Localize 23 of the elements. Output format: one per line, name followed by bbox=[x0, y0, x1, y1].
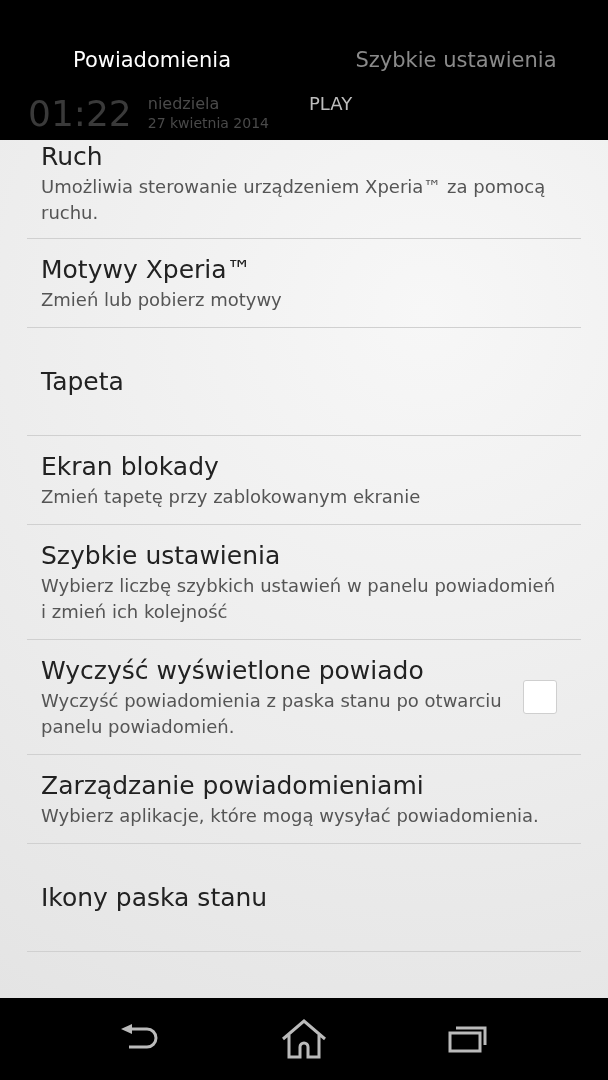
clock-time: 01:22 bbox=[28, 94, 132, 134]
setting-title[interactable]: Ruch bbox=[41, 140, 581, 174]
setting-summary: Wybierz aplikacje, które mogą wysyłać powiadomienia. bbox=[41, 804, 540, 828]
setting-summary: Zmień lub pobierz motywy bbox=[41, 288, 283, 312]
tab[interactable]: Powiadomienia bbox=[0, 44, 304, 84]
setting-title[interactable]: Motywy Xperia™ bbox=[41, 253, 581, 287]
recent-apps-icon[interactable] bbox=[447, 1024, 488, 1054]
clock-day: niedziela bbox=[147, 94, 269, 114]
setting-title[interactable]: Wyczyść wyświetlone powiado bbox=[41, 654, 523, 688]
setting-summary: Wybierz liczbę szybkich ustawień w panelu powiadomień i zmień ich kolejność bbox=[41, 574, 557, 624]
clock-date: 27 kwietnia 2014 bbox=[147, 114, 269, 132]
setting-title[interactable]: Zarządzanie powiadomieniami bbox=[41, 769, 581, 803]
setting-summary: Zmień tapetę przy zablokowanym ekranie bbox=[41, 485, 422, 509]
setting-title[interactable]: Ekran blokady bbox=[41, 450, 581, 484]
checkbox[interactable] bbox=[523, 680, 557, 714]
carrier-label: PLAY bbox=[309, 94, 353, 114]
setting-title[interactable]: Szybkie ustawienia bbox=[41, 539, 581, 573]
setting-title[interactable]: Tapeta bbox=[41, 364, 581, 399]
setting-title[interactable]: Ikony paska stanu bbox=[41, 880, 581, 915]
tab[interactable]: Szybkie ustawienia bbox=[304, 44, 608, 84]
setting-summary: Wyczyść powiadomienia z paska stanu po otwarciu panelu powiadomień. bbox=[41, 689, 503, 739]
setting-summary: Umożliwia sterowanie urządzeniem Xperia™ za pomocą ruchu. bbox=[41, 175, 547, 225]
home-icon[interactable] bbox=[281, 1019, 327, 1059]
